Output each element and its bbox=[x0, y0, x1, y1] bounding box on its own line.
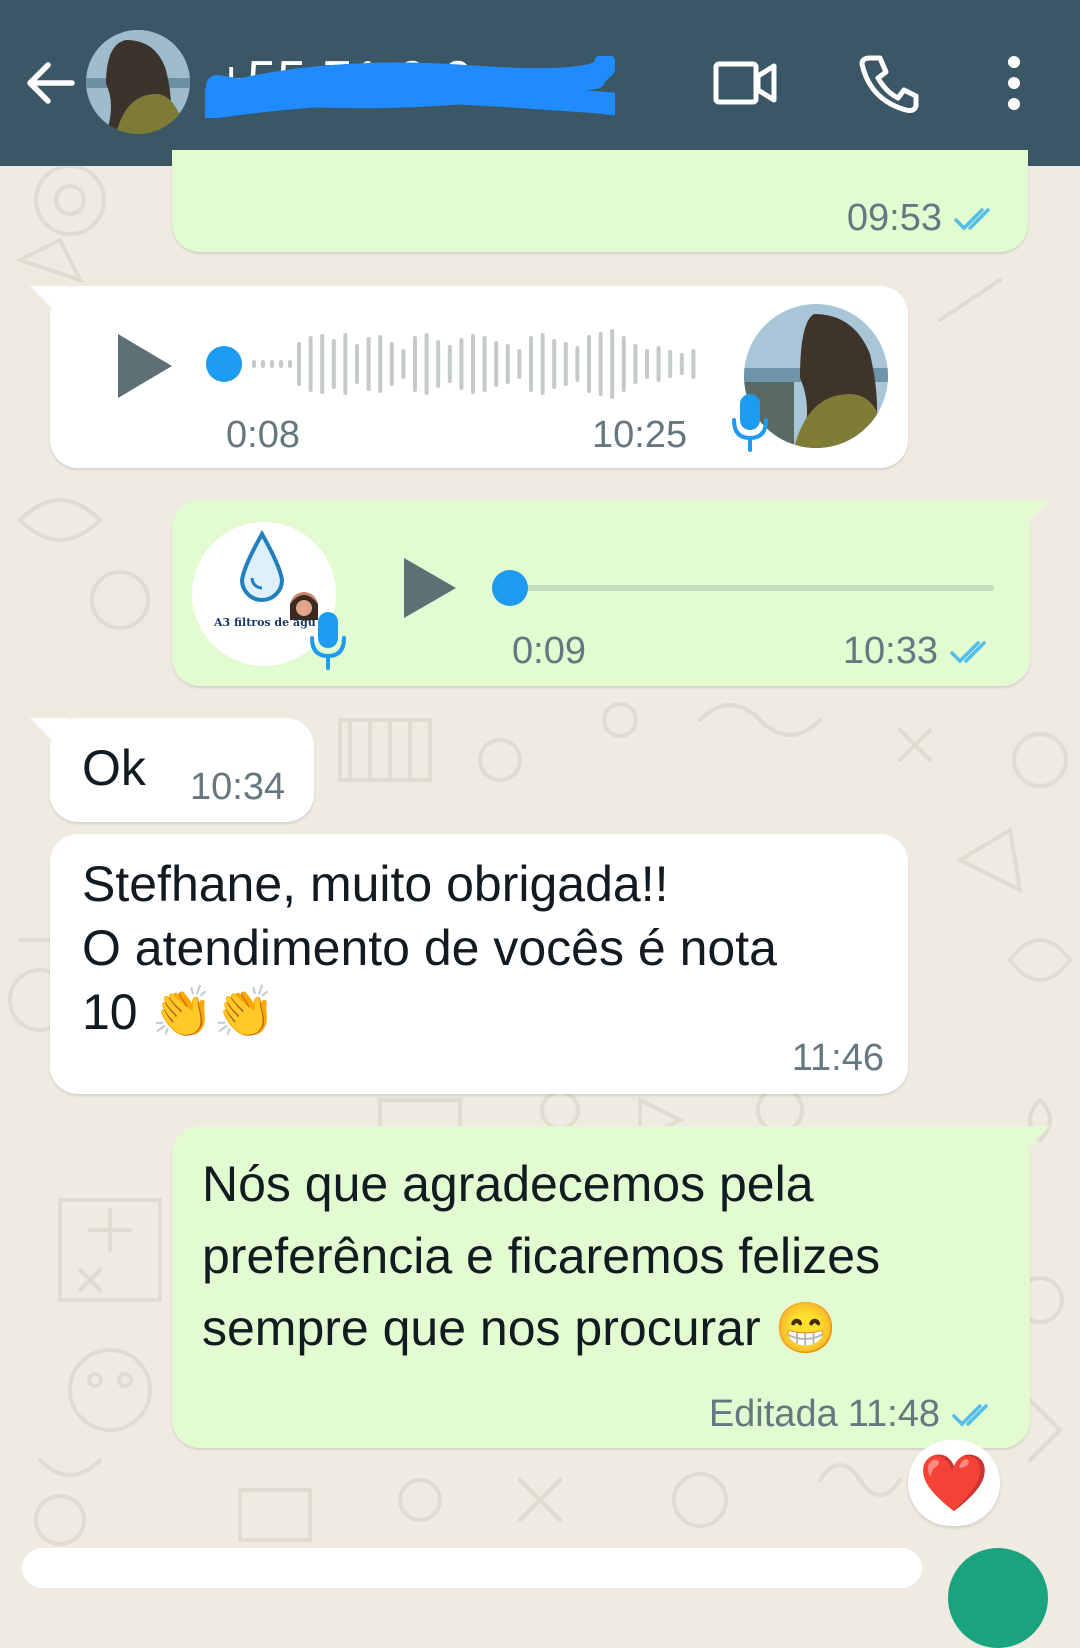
business-avatar-caption: A3 filtros de águ bbox=[214, 616, 316, 629]
read-ticks-icon bbox=[950, 640, 986, 663]
waveform-bar bbox=[645, 349, 649, 379]
waveform-bar bbox=[471, 334, 475, 394]
incoming-message[interactable]: Ok 10:34 bbox=[50, 718, 314, 822]
waveform-bar bbox=[587, 335, 591, 393]
waveform-bar bbox=[482, 336, 487, 392]
voice-waveform[interactable] bbox=[200, 324, 700, 404]
edited-label: Editada bbox=[708, 1393, 838, 1435]
video-camera-icon[interactable] bbox=[708, 52, 780, 112]
waveform-bar bbox=[517, 349, 522, 379]
message-time: 10:33 bbox=[842, 630, 938, 672]
waveform-bar bbox=[252, 360, 256, 368]
read-ticks-icon bbox=[954, 207, 990, 230]
waveform-bar bbox=[691, 349, 696, 379]
read-ticks-icon bbox=[952, 1403, 988, 1426]
message-input-bar[interactable] bbox=[22, 1548, 922, 1588]
waveform-bar bbox=[424, 333, 429, 395]
contact-avatar[interactable] bbox=[86, 30, 190, 134]
waveform-bar bbox=[320, 334, 325, 394]
waveform-bar bbox=[389, 342, 394, 386]
voice-progress-dot bbox=[206, 346, 242, 382]
waveform-bar bbox=[355, 344, 359, 384]
waveform-bar bbox=[270, 360, 274, 368]
waveform-bar bbox=[633, 344, 638, 384]
outgoing-message[interactable]: 09:53 bbox=[172, 150, 1028, 252]
more-vert-icon[interactable] bbox=[994, 52, 1034, 114]
voice-played-time: 0:08 bbox=[226, 414, 300, 456]
waveform-bar bbox=[552, 339, 557, 389]
waveform-bar bbox=[656, 346, 661, 382]
message-time: 10:34 bbox=[190, 766, 286, 808]
message-text: Nós que agradecemos pela preferência e f… bbox=[202, 1156, 881, 1356]
waveform-bar bbox=[610, 329, 615, 399]
redaction-scribble bbox=[205, 56, 615, 118]
waveform-bar bbox=[261, 360, 265, 368]
outgoing-message[interactable]: Nós que agradecemos pela preferência e f… bbox=[172, 1126, 1030, 1448]
waveform-bar bbox=[413, 336, 417, 392]
play-icon[interactable] bbox=[114, 330, 174, 402]
play-icon[interactable] bbox=[400, 554, 460, 622]
message-time: 09:53 bbox=[846, 197, 942, 239]
mic-send-button[interactable] bbox=[948, 1548, 1048, 1648]
waveform-bar bbox=[401, 349, 406, 379]
waveform-bar bbox=[308, 336, 313, 392]
waveform-bar bbox=[447, 345, 452, 383]
message-meta: 10:33 bbox=[843, 630, 998, 673]
message-time: 11:48 bbox=[847, 1393, 940, 1435]
waveform-bar bbox=[668, 350, 673, 378]
microphone-icon bbox=[310, 612, 346, 670]
waveform-bar bbox=[529, 336, 533, 392]
message-text: Ok bbox=[82, 740, 146, 796]
waveform-bar bbox=[505, 344, 510, 384]
arrow-left-icon[interactable] bbox=[22, 55, 78, 111]
voice-progress-bar[interactable] bbox=[490, 568, 1000, 608]
message-meta: Editada 11:48 bbox=[709, 1393, 1000, 1436]
message-text: Stefhane, muito obrigada!! O atendimento… bbox=[82, 856, 777, 1040]
waveform-bar bbox=[621, 336, 626, 392]
waveform-bar bbox=[288, 360, 292, 368]
waveform-bar bbox=[436, 340, 441, 388]
voice-duration: 0:09 bbox=[512, 630, 586, 672]
waveform-bar bbox=[563, 342, 568, 386]
message-time: 11:46 bbox=[791, 1037, 884, 1079]
outgoing-voice-message[interactable]: A3 filtros de águ 0:09 10:33 bbox=[172, 500, 1030, 686]
waveform-bar bbox=[459, 338, 464, 390]
waveform-bar bbox=[575, 346, 580, 382]
incoming-message[interactable]: Stefhane, muito obrigada!! O atendimento… bbox=[50, 834, 908, 1094]
message-meta: 09:53 bbox=[847, 197, 1002, 240]
waveform-bar bbox=[378, 335, 383, 393]
waveform-bar bbox=[494, 341, 499, 387]
waveform-bar bbox=[279, 360, 283, 368]
phone-icon[interactable] bbox=[856, 52, 920, 114]
waveform-bar bbox=[331, 339, 336, 389]
message-time: 10:25 bbox=[592, 414, 688, 456]
reaction-heart-icon[interactable]: ❤️ bbox=[908, 1440, 1000, 1526]
waveform-bar bbox=[297, 342, 301, 386]
waveform-bar bbox=[679, 353, 684, 375]
chat-header: +55 71 9 0 bbox=[0, 0, 1080, 166]
microphone-icon bbox=[732, 394, 768, 452]
waveform-bar bbox=[540, 333, 545, 395]
waveform-bar bbox=[366, 337, 371, 391]
incoming-voice-message[interactable]: 0:08 10:25 bbox=[50, 286, 908, 468]
waveform-bar bbox=[343, 333, 348, 395]
waveform-bar bbox=[598, 332, 603, 396]
